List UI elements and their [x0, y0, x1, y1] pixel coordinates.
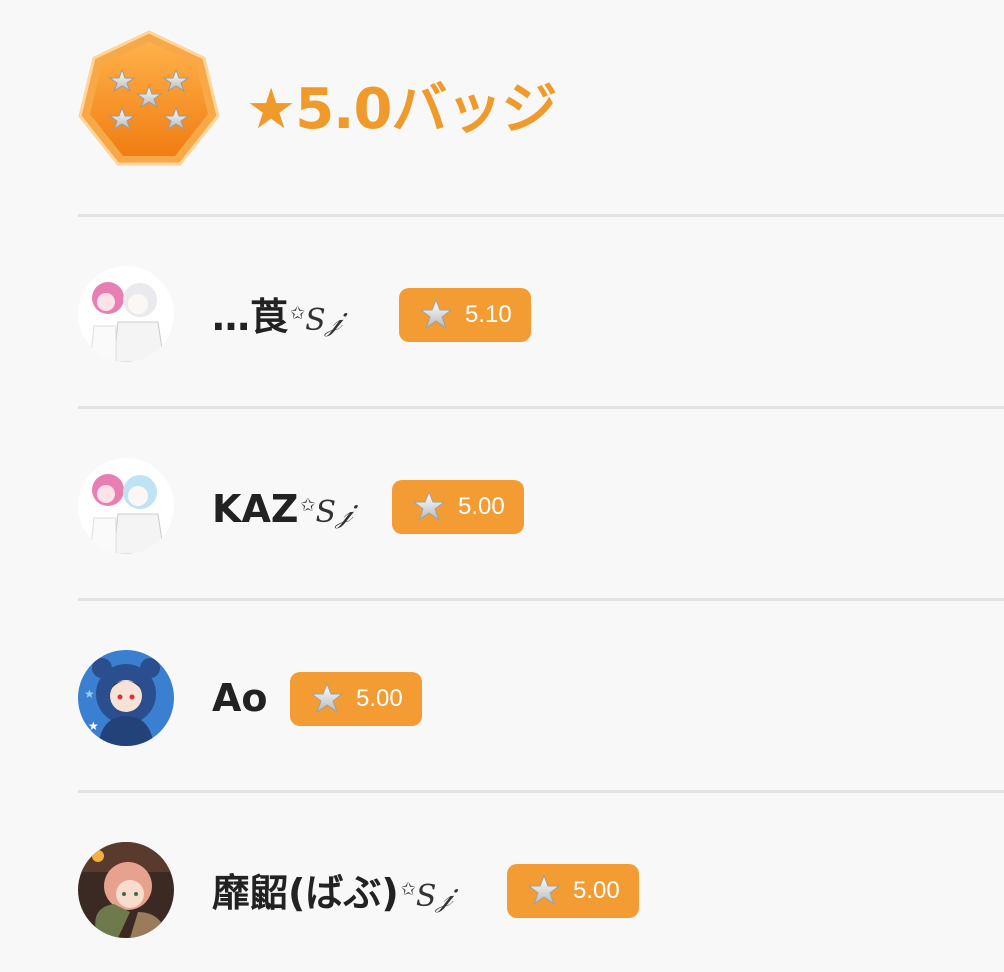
score-value: 5.10 — [465, 301, 512, 328]
page-title: ★5.0バッジ — [246, 77, 557, 142]
name-decoration: ✩S𝒿 — [300, 495, 353, 530]
star-icon — [412, 490, 446, 522]
score-badge: 5.10 — [399, 288, 531, 342]
user-name-text: …莨 — [212, 295, 289, 339]
list-item[interactable]: …莨 ✩S𝒿 5.10 — [78, 266, 1004, 362]
star-icon — [310, 682, 344, 714]
user-name[interactable]: 靡鼦(ばぶ) ✩S𝒿 — [212, 868, 453, 919]
divider — [78, 790, 1004, 793]
star-icon — [419, 298, 453, 330]
divider — [78, 598, 1004, 601]
name-decoration: ✩S𝒿 — [290, 303, 343, 338]
user-name[interactable]: …莨 ✩S𝒿 — [212, 292, 342, 343]
score-value: 5.00 — [573, 877, 620, 904]
score-badge: 5.00 — [290, 672, 422, 726]
badge-header: ★5.0バッジ — [78, 28, 1004, 168]
score-value: 5.00 — [356, 685, 403, 712]
divider — [78, 406, 1004, 409]
list-item[interactable]: KAZ ✩S𝒿 5.00 — [78, 458, 1004, 554]
svg-text:★: ★ — [88, 719, 99, 733]
avatar[interactable] — [78, 266, 174, 362]
user-name[interactable]: KAZ ✩S𝒿 — [212, 484, 353, 535]
star-icon — [527, 874, 561, 906]
avatar[interactable]: ★ ★ — [78, 650, 174, 746]
avatar[interactable] — [78, 458, 174, 554]
list-item[interactable]: 靡鼦(ばぶ) ✩S𝒿 5.00 — [78, 842, 1004, 938]
score-badge: 5.00 — [507, 864, 639, 918]
user-name[interactable]: Ao — [212, 676, 268, 720]
score-badge: 5.00 — [392, 480, 524, 534]
divider — [78, 214, 1004, 217]
list-item[interactable]: ★ ★ Ao 5.00 — [78, 650, 1004, 746]
user-name-text: 靡鼦(ばぶ) — [212, 871, 399, 915]
avatar[interactable] — [78, 842, 174, 938]
svg-text:★: ★ — [84, 687, 95, 701]
name-decoration: ✩S𝒿 — [400, 879, 453, 914]
score-value: 5.00 — [458, 493, 505, 520]
five-star-badge-icon — [78, 28, 220, 170]
user-name-text: KAZ — [212, 487, 299, 531]
